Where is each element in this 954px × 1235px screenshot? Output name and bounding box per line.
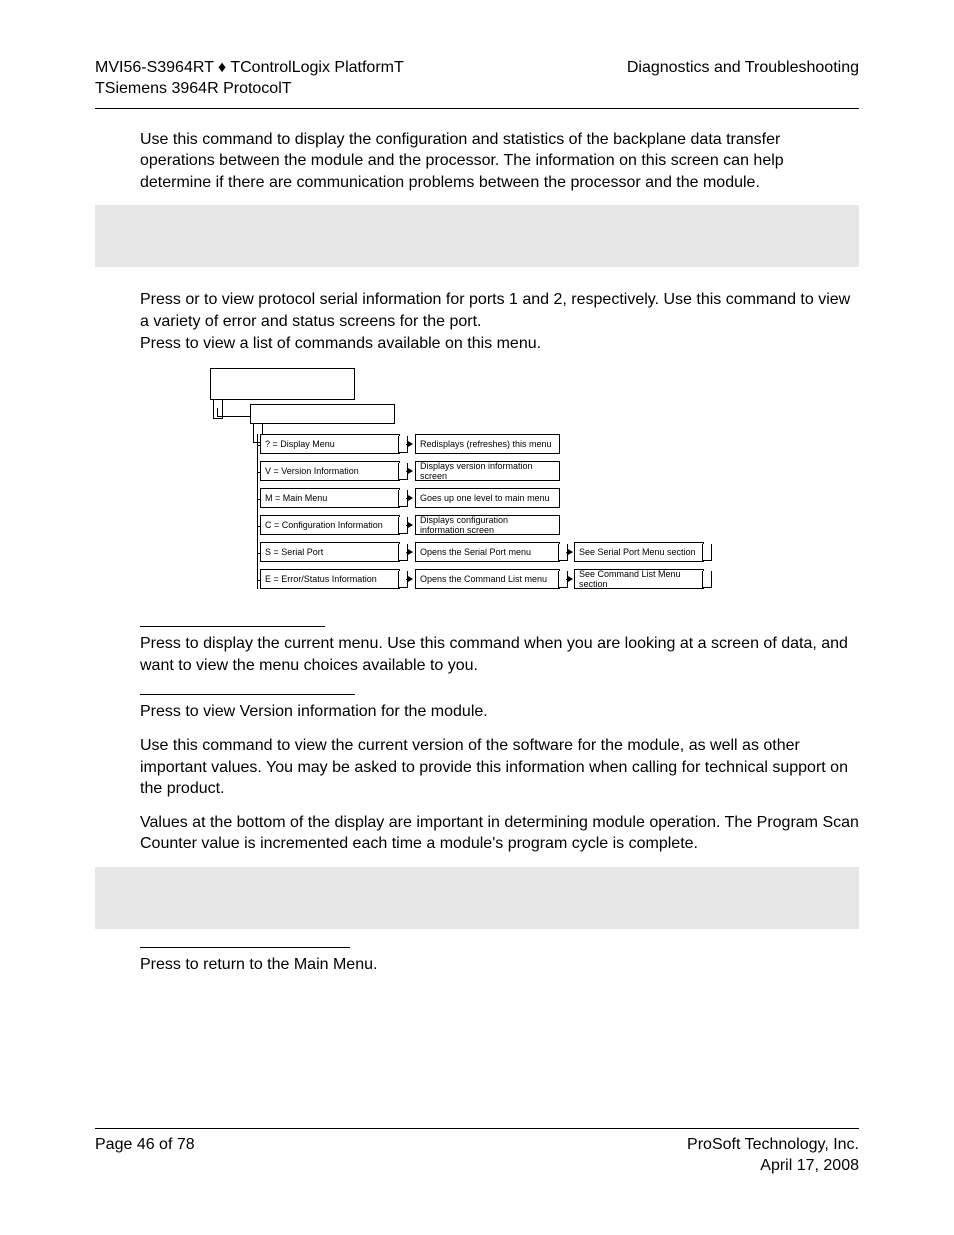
diagram-reference-box: See Command List Menu section bbox=[574, 569, 704, 589]
diagram-reference-box: See Serial Port Menu section bbox=[574, 542, 704, 562]
paragraph: Values at the bottom of the display are … bbox=[140, 812, 859, 855]
diagram-title-box bbox=[210, 368, 355, 400]
diagram-tab bbox=[702, 544, 712, 561]
diagram-command-box: M = Main Menu bbox=[260, 488, 400, 508]
diagram-command-box: ? = Display Menu bbox=[260, 434, 400, 454]
header-left: MVI56-S3964RT ♦ TControlLogix PlatformT … bbox=[95, 58, 404, 100]
diagram-command-box: V = Version Information bbox=[260, 461, 400, 481]
paragraph: Use this command to view the current ver… bbox=[140, 735, 859, 800]
section-rule bbox=[140, 694, 355, 695]
header-right: Diagnostics and Troubleshooting bbox=[627, 58, 859, 100]
paragraph: Press to view Version information for th… bbox=[140, 701, 859, 723]
footer-company: ProSoft Technology, Inc. bbox=[687, 1135, 859, 1156]
diagram-description-box: Displays configuration information scree… bbox=[415, 515, 560, 535]
diagram-arrow bbox=[406, 498, 412, 499]
diagram-connector bbox=[257, 434, 261, 589]
section-rule bbox=[140, 947, 350, 948]
diagram-command-box: C = Configuration Information bbox=[260, 515, 400, 535]
diagram-command-box: S = Serial Port bbox=[260, 542, 400, 562]
diagram-command-box: E = Error/Status Information bbox=[260, 569, 400, 589]
page: MVI56-S3964RT ♦ TControlLogix PlatformT … bbox=[0, 0, 954, 1235]
diagram-arrow bbox=[566, 579, 572, 580]
diagram-submenu-box bbox=[250, 404, 395, 424]
paragraph: Press to display the current menu. Use t… bbox=[140, 633, 859, 676]
footer-page-number: Page 46 of 78 bbox=[95, 1135, 195, 1177]
menu-diagram: ? = Display Menu Redisplays (refreshes) t… bbox=[210, 368, 730, 608]
diagram-description-box: Opens the Serial Port menu bbox=[415, 542, 560, 562]
diagram-arrow bbox=[406, 471, 412, 472]
note-box bbox=[95, 205, 859, 267]
diagram-arrow bbox=[406, 525, 412, 526]
paragraph: Press to return to the Main Menu. bbox=[140, 954, 859, 976]
diagram-description-box: Goes up one level to main menu bbox=[415, 488, 560, 508]
page-header: MVI56-S3964RT ♦ TControlLogix PlatformT … bbox=[95, 58, 859, 109]
header-product: MVI56-S3964RT ♦ TControlLogix PlatformT bbox=[95, 58, 404, 79]
diagram-description-box: Displays version information screen bbox=[415, 461, 560, 481]
diagram-description-box: Redisplays (refreshes) this menu bbox=[415, 434, 560, 454]
diagram-connector bbox=[217, 408, 250, 417]
diagram-arrow bbox=[406, 579, 412, 580]
diagram-tab bbox=[702, 571, 712, 588]
diagram-description-box: Opens the Command List menu bbox=[415, 569, 560, 589]
header-protocol: TSiemens 3964R ProtocolT bbox=[95, 79, 404, 100]
paragraph: Press to view a list of commands availab… bbox=[140, 333, 859, 355]
paragraph: Press or to view protocol serial informa… bbox=[140, 289, 859, 332]
paragraph: Use this command to display the configur… bbox=[140, 129, 859, 194]
diagram-arrow bbox=[566, 552, 572, 553]
header-section: Diagnostics and Troubleshooting bbox=[627, 58, 859, 79]
note-box bbox=[95, 867, 859, 929]
page-body: Use this command to display the configur… bbox=[95, 109, 859, 976]
page-footer: Page 46 of 78 ProSoft Technology, Inc. A… bbox=[95, 1128, 859, 1177]
diagram-arrow bbox=[406, 444, 412, 445]
section-rule bbox=[140, 626, 325, 627]
diagram-arrow bbox=[406, 552, 412, 553]
footer-right: ProSoft Technology, Inc. April 17, 2008 bbox=[687, 1135, 859, 1177]
footer-date: April 17, 2008 bbox=[687, 1156, 859, 1177]
